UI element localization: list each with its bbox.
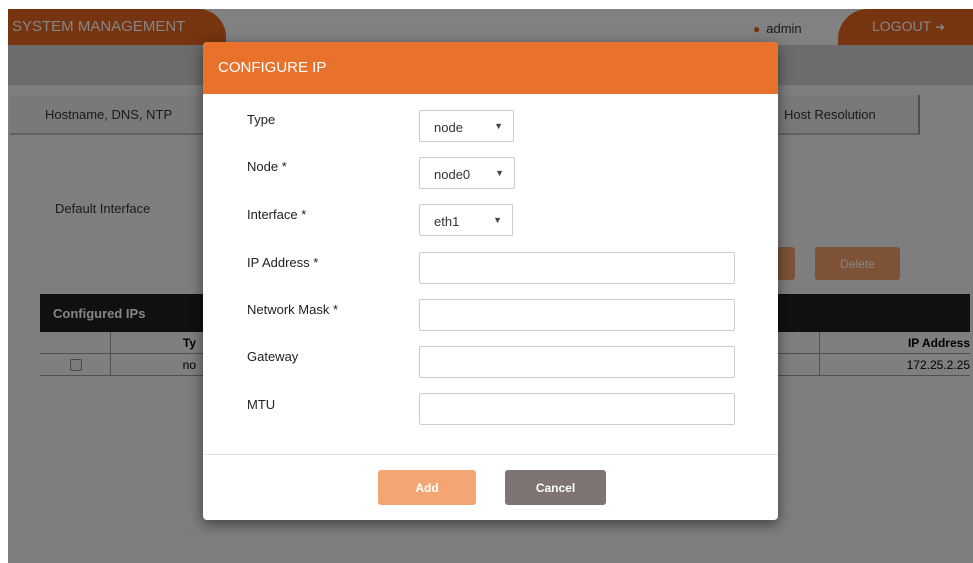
- type-select-value: node: [434, 120, 463, 135]
- node-select-value: node0: [434, 167, 471, 182]
- gateway-label: Gateway: [247, 349, 299, 364]
- modal-title: CONFIGURE IP: [203, 42, 778, 94]
- mtu-input[interactable]: [419, 393, 735, 425]
- modal-footer-divider: [203, 454, 778, 455]
- network-mask-input[interactable]: [419, 299, 735, 331]
- ip-address-label: IP Address *: [247, 255, 319, 270]
- type-select[interactable]: node ▼: [419, 110, 514, 142]
- caret-down-icon: ▼: [495, 168, 504, 178]
- mtu-label: MTU: [247, 397, 276, 412]
- cancel-button[interactable]: Cancel: [505, 470, 606, 505]
- node-label: Node *: [247, 159, 287, 174]
- add-button[interactable]: Add: [378, 470, 476, 505]
- interface-select[interactable]: eth1 ▼: [419, 204, 513, 236]
- network-mask-label: Network Mask *: [247, 302, 339, 317]
- interface-label: Interface *: [247, 207, 307, 222]
- gateway-input[interactable]: [419, 346, 735, 378]
- node-select[interactable]: node0 ▼: [419, 157, 515, 189]
- caret-down-icon: ▼: [493, 215, 502, 225]
- type-label: Type: [247, 112, 276, 127]
- ip-address-input[interactable]: [419, 252, 735, 284]
- caret-down-icon: ▼: [494, 121, 503, 131]
- configure-ip-modal: CONFIGURE IP Type node ▼ Node * node0 ▼ …: [203, 42, 778, 520]
- interface-select-value: eth1: [434, 214, 460, 229]
